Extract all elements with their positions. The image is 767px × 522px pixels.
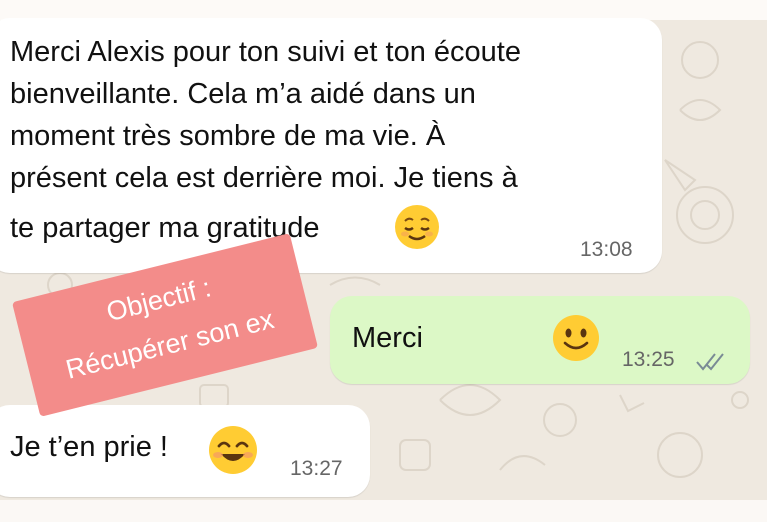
message-text-line: Merci Alexis pour ton suivi et ton écout…	[10, 36, 521, 68]
relieved-face-emoji	[395, 205, 439, 249]
message-text-line: présent cela est derrière moi. Je tiens …	[10, 162, 518, 194]
smiling-face-with-smiling-eyes-emoji	[209, 426, 257, 474]
bottom-strip	[0, 500, 767, 522]
message-text-line: bienveillante. Cela m’a aidé dans un	[10, 78, 476, 110]
incoming-message-bubble[interactable]: Je t’en prie ! 13:27	[0, 405, 370, 497]
message-text: Merci	[352, 322, 423, 354]
slightly-smiling-face-emoji	[553, 315, 599, 361]
read-double-check-icon	[696, 353, 724, 371]
message-timestamp: 13:27	[290, 457, 343, 480]
message-text-line: moment très sombre de ma vie. À	[10, 120, 446, 152]
message-text: Je t’en prie !	[10, 431, 168, 463]
incoming-message-bubble[interactable]: Merci Alexis pour ton suivi et ton écout…	[0, 18, 662, 273]
message-timestamp: 13:25	[622, 348, 675, 371]
outgoing-message-bubble[interactable]: Merci 13:25	[330, 296, 750, 384]
message-timestamp: 13:08	[580, 238, 633, 261]
